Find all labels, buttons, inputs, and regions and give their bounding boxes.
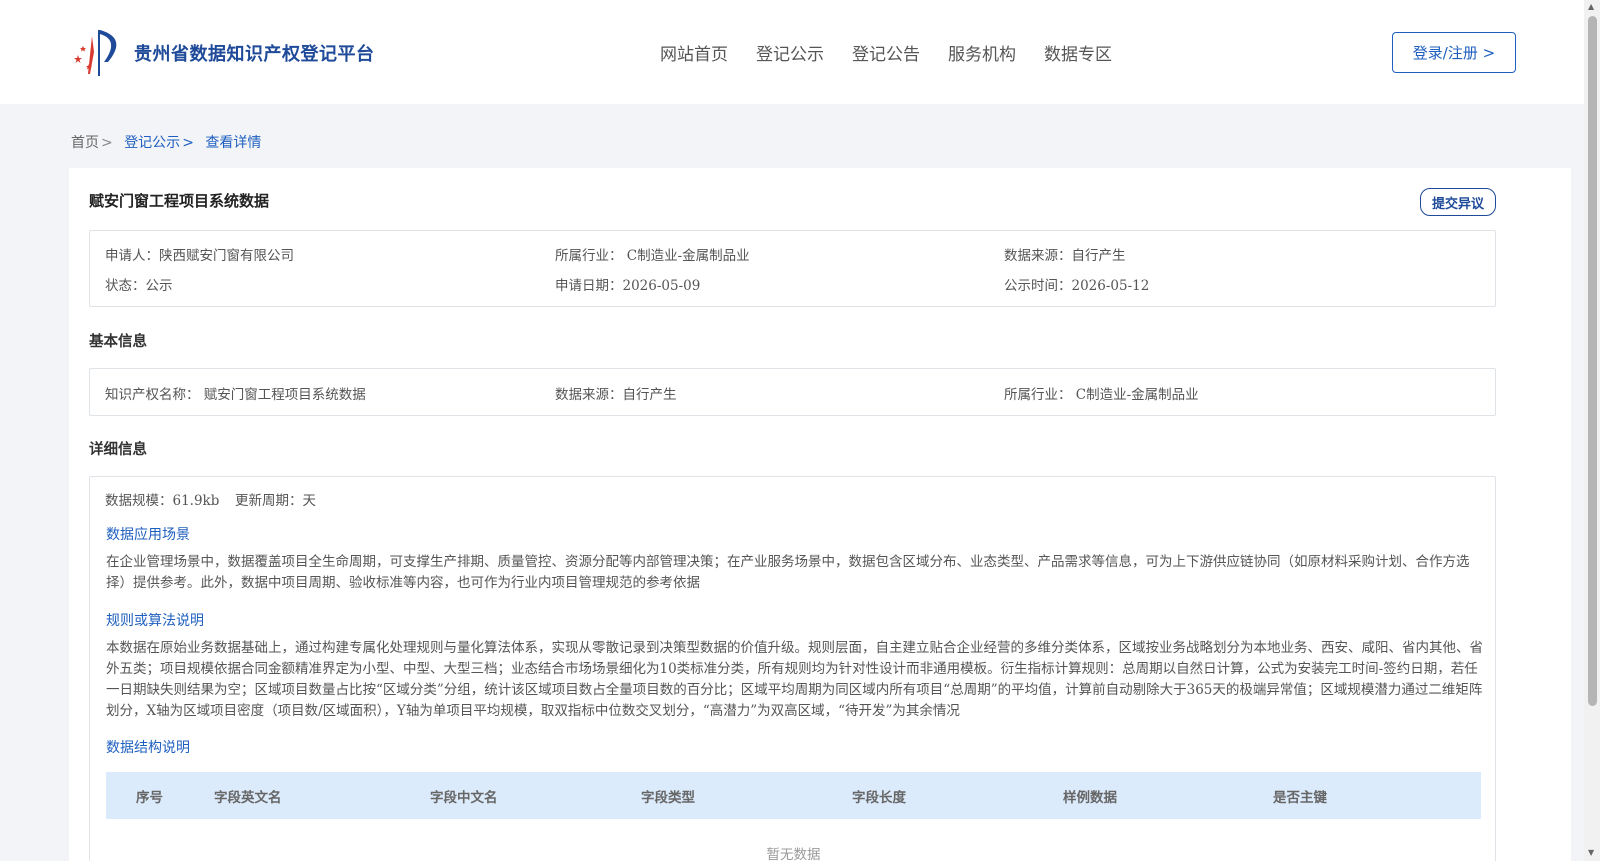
scroll-up-icon[interactable]: ▲ [1588,2,1594,11]
industry-field: 所属行业： C制造业-金属制品业 [555,248,750,264]
main-nav: 网站首页 登记公示 登记公告 服务机构 数据专区 [660,40,1140,65]
page-scrollbar[interactable]: ▲ ▼ [1584,0,1600,861]
basic-industry-field: 所属行业： C制造业-金属制品业 [1004,387,1199,403]
update-cycle-field: 更新周期：天 [235,493,316,509]
structure-heading: 数据结构说明 [106,740,190,756]
login-register-button[interactable]: 登录/注册 > [1392,32,1516,73]
basic-source-field: 数据来源：自行产生 [555,387,677,403]
ip-name-field: 知识产权名称： 赋安门窗工程项目系统数据 [105,387,366,403]
column-field-chinese: 字段中文名 [430,790,498,806]
top-header: 贵州省数据知识产权登记平台 网站首页 登记公示 登记公告 服务机构 数据专区 登… [0,0,1584,104]
breadcrumb-separator: > [101,135,113,151]
scenario-text: 在企业管理场景中，数据覆盖项目全生命周期，可支撑生产排期、质量管控、资源分配等内… [106,554,1470,591]
rules-heading: 规则或算法说明 [106,613,204,629]
detail-card: 赋安门窗工程项目系统数据 提交异议 申请人：陕西赋安门窗有限公司 所属行业： C… [69,168,1571,861]
apply-date-field: 申请日期：2026-05-09 [555,278,701,294]
column-field-type: 字段类型 [641,790,695,806]
status-field: 状态：公示 [105,278,173,294]
breadcrumb-home[interactable]: 首页 [71,135,99,151]
site-title: 贵州省数据知识产权登记平台 [134,44,375,65]
rules-text: 本数据在原始业务数据基础上，通过构建专属化处理规则与量化算法体系，实现从零散记录… [106,640,1483,719]
nav-registration-publicity[interactable]: 登记公示 [756,40,824,65]
column-primary-key: 是否主键 [1273,790,1327,806]
submit-objection-button[interactable]: 提交异议 [1420,188,1496,216]
nav-data-zone[interactable]: 数据专区 [1044,40,1112,65]
breadcrumb-section[interactable]: 登记公示 [124,135,180,151]
summary-box: 申请人：陕西赋安门窗有限公司 所属行业： C制造业-金属制品业 数据来源：自行产… [89,230,1496,307]
detail-info-box: 数据规模：61.9kb 更新周期：天 数据应用场景 在企业管理场景中，数据覆盖项… [89,476,1496,861]
detail-info-heading: 详细信息 [89,442,147,458]
nav-registration-announcement[interactable]: 登记公告 [852,40,920,65]
basic-info-heading: 基本信息 [89,334,147,350]
breadcrumb-current: 查看详情 [205,135,262,151]
column-index: 序号 [136,790,163,806]
page-title: 赋安门窗工程项目系统数据 [89,192,270,210]
basic-info-box: 知识产权名称： 赋安门窗工程项目系统数据 数据来源：自行产生 所属行业： C制造… [89,368,1496,416]
column-sample-data: 样例数据 [1063,790,1117,806]
nav-service-agencies[interactable]: 服务机构 [948,40,1016,65]
column-field-length: 字段长度 [852,790,906,806]
scenario-heading: 数据应用场景 [106,527,190,543]
source-field: 数据来源：自行产生 [1004,248,1126,264]
scroll-down-icon[interactable]: ▼ [1588,848,1594,857]
site-logo[interactable]: 贵州省数据知识产权登记平台 [70,28,375,78]
scrollbar-thumb[interactable] [1588,16,1597,706]
nav-home[interactable]: 网站首页 [660,40,728,65]
logo-emblem-icon [74,30,117,76]
data-scale-field: 数据规模：61.9kb [105,493,220,509]
column-field-english: 字段英文名 [214,790,282,806]
breadcrumb-separator: > [182,135,194,151]
empty-table-text: 暂无数据 [766,847,821,861]
applicant-field: 申请人：陕西赋安门窗有限公司 [105,248,294,264]
structure-table-header: 序号 字段英文名 字段中文名 字段类型 字段长度 样例数据 是否主键 [106,772,1481,819]
publish-date-field: 公示时间：2026-05-12 [1004,278,1150,294]
breadcrumb: 首页 > 登记公示 > 查看详情 [71,132,261,152]
